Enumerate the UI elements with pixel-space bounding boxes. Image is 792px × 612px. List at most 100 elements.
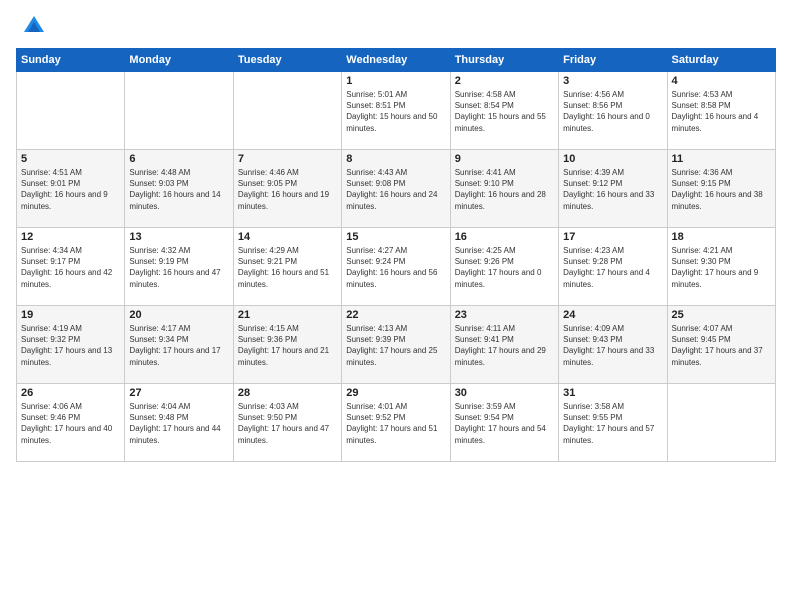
- day-cell: 11 Sunrise: 4:36 AMSunset: 9:15 PMDayligh…: [667, 150, 775, 228]
- week-row-5: 26 Sunrise: 4:06 AMSunset: 9:46 PMDayligh…: [17, 384, 776, 462]
- day-info: Sunrise: 4:15 AMSunset: 9:36 PMDaylight:…: [238, 323, 337, 368]
- day-info: Sunrise: 4:32 AMSunset: 9:19 PMDaylight:…: [129, 245, 228, 290]
- day-info: Sunrise: 4:04 AMSunset: 9:48 PMDaylight:…: [129, 401, 228, 446]
- header-row: SundayMondayTuesdayWednesdayThursdayFrid…: [17, 49, 776, 72]
- day-cell: 13 Sunrise: 4:32 AMSunset: 9:19 PMDayligh…: [125, 228, 233, 306]
- day-cell: 25 Sunrise: 4:07 AMSunset: 9:45 PMDayligh…: [667, 306, 775, 384]
- day-info: Sunrise: 4:01 AMSunset: 9:52 PMDaylight:…: [346, 401, 445, 446]
- day-info: Sunrise: 4:19 AMSunset: 9:32 PMDaylight:…: [21, 323, 120, 368]
- day-cell: 18 Sunrise: 4:21 AMSunset: 9:30 PMDayligh…: [667, 228, 775, 306]
- week-row-4: 19 Sunrise: 4:19 AMSunset: 9:32 PMDayligh…: [17, 306, 776, 384]
- week-row-3: 12Sunrise: 4:34 AMSunset: 9:17 PMDayligh…: [17, 228, 776, 306]
- day-cell: 2 Sunrise: 4:58 AMSunset: 8:54 PMDaylight…: [450, 72, 558, 150]
- logo-icon: [20, 12, 48, 40]
- day-info: Sunrise: 4:13 AMSunset: 9:39 PMDaylight:…: [346, 323, 445, 368]
- day-info: Sunrise: 4:06 AMSunset: 9:46 PMDaylight:…: [21, 401, 120, 446]
- day-info: Sunrise: 4:27 AMSunset: 9:24 PMDaylight:…: [346, 245, 445, 290]
- day-cell: 30 Sunrise: 3:59 AMSunset: 9:54 PMDayligh…: [450, 384, 558, 462]
- day-cell: 31 Sunrise: 3:58 AMSunset: 9:55 PMDayligh…: [559, 384, 667, 462]
- day-number: 27: [129, 387, 228, 399]
- day-info: Sunrise: 4:21 AMSunset: 9:30 PMDaylight:…: [672, 245, 771, 290]
- day-number: 2: [455, 75, 554, 87]
- week-row-2: 5Sunrise: 4:51 AMSunset: 9:01 PMDaylight…: [17, 150, 776, 228]
- day-cell: 16Sunrise: 4:25 AMSunset: 9:26 PMDayligh…: [450, 228, 558, 306]
- col-header-sunday: Sunday: [17, 49, 125, 72]
- day-info: Sunrise: 4:51 AMSunset: 9:01 PMDaylight:…: [21, 167, 120, 212]
- day-cell: 27 Sunrise: 4:04 AMSunset: 9:48 PMDayligh…: [125, 384, 233, 462]
- day-info: Sunrise: 4:11 AMSunset: 9:41 PMDaylight:…: [455, 323, 554, 368]
- day-number: 18: [672, 231, 771, 243]
- day-number: 21: [238, 309, 337, 321]
- day-number: 9: [455, 153, 554, 165]
- day-cell: 26 Sunrise: 4:06 AMSunset: 9:46 PMDayligh…: [17, 384, 125, 462]
- day-cell: 1 Sunrise: 5:01 AMSunset: 8:51 PMDaylight…: [342, 72, 450, 150]
- day-info: Sunrise: 4:17 AMSunset: 9:34 PMDaylight:…: [129, 323, 228, 368]
- day-cell: 29 Sunrise: 4:01 AMSunset: 9:52 PMDayligh…: [342, 384, 450, 462]
- day-number: 4: [672, 75, 771, 87]
- col-header-friday: Friday: [559, 49, 667, 72]
- day-info: Sunrise: 4:43 AMSunset: 9:08 PMDaylight:…: [346, 167, 445, 212]
- day-info: Sunrise: 4:48 AMSunset: 9:03 PMDaylight:…: [129, 167, 228, 212]
- day-cell: 15 Sunrise: 4:27 AMSunset: 9:24 PMDayligh…: [342, 228, 450, 306]
- day-number: 26: [21, 387, 120, 399]
- day-number: 13: [129, 231, 228, 243]
- day-cell: 28 Sunrise: 4:03 AMSunset: 9:50 PMDayligh…: [233, 384, 341, 462]
- day-number: 10: [563, 153, 662, 165]
- day-number: 1: [346, 75, 445, 87]
- day-number: 8: [346, 153, 445, 165]
- day-cell: 12Sunrise: 4:34 AMSunset: 9:17 PMDayligh…: [17, 228, 125, 306]
- day-info: Sunrise: 4:41 AMSunset: 9:10 PMDaylight:…: [455, 167, 554, 212]
- day-cell: [233, 72, 341, 150]
- day-number: 25: [672, 309, 771, 321]
- day-number: 17: [563, 231, 662, 243]
- day-number: 11: [672, 153, 771, 165]
- day-cell: 17Sunrise: 4:23 AMSunset: 9:28 PMDayligh…: [559, 228, 667, 306]
- day-info: Sunrise: 4:46 AMSunset: 9:05 PMDaylight:…: [238, 167, 337, 212]
- day-cell: 7 Sunrise: 4:46 AMSunset: 9:05 PMDaylight…: [233, 150, 341, 228]
- day-cell: [17, 72, 125, 150]
- day-info: Sunrise: 3:59 AMSunset: 9:54 PMDaylight:…: [455, 401, 554, 446]
- day-info: Sunrise: 4:25 AMSunset: 9:26 PMDaylight:…: [455, 245, 554, 290]
- day-cell: [667, 384, 775, 462]
- day-cell: 19 Sunrise: 4:19 AMSunset: 9:32 PMDayligh…: [17, 306, 125, 384]
- day-info: Sunrise: 4:34 AMSunset: 9:17 PMDaylight:…: [21, 245, 120, 290]
- day-cell: 8 Sunrise: 4:43 AMSunset: 9:08 PMDaylight…: [342, 150, 450, 228]
- day-cell: 4Sunrise: 4:53 AMSunset: 8:58 PMDaylight…: [667, 72, 775, 150]
- day-cell: 3 Sunrise: 4:56 AMSunset: 8:56 PMDaylight…: [559, 72, 667, 150]
- day-number: 30: [455, 387, 554, 399]
- day-number: 22: [346, 309, 445, 321]
- day-cell: 14Sunrise: 4:29 AMSunset: 9:21 PMDayligh…: [233, 228, 341, 306]
- day-info: Sunrise: 4:03 AMSunset: 9:50 PMDaylight:…: [238, 401, 337, 446]
- day-cell: 24 Sunrise: 4:09 AMSunset: 9:43 PMDayligh…: [559, 306, 667, 384]
- page: SundayMondayTuesdayWednesdayThursdayFrid…: [0, 0, 792, 612]
- day-number: 19: [21, 309, 120, 321]
- day-number: 31: [563, 387, 662, 399]
- day-number: 7: [238, 153, 337, 165]
- header: [16, 12, 776, 40]
- col-header-thursday: Thursday: [450, 49, 558, 72]
- day-info: Sunrise: 4:58 AMSunset: 8:54 PMDaylight:…: [455, 89, 554, 134]
- day-number: 3: [563, 75, 662, 87]
- calendar-table: SundayMondayTuesdayWednesdayThursdayFrid…: [16, 48, 776, 462]
- day-number: 15: [346, 231, 445, 243]
- day-info: Sunrise: 4:29 AMSunset: 9:21 PMDaylight:…: [238, 245, 337, 290]
- day-cell: 10 Sunrise: 4:39 AMSunset: 9:12 PMDayligh…: [559, 150, 667, 228]
- day-cell: 5Sunrise: 4:51 AMSunset: 9:01 PMDaylight…: [17, 150, 125, 228]
- logo: [16, 12, 48, 40]
- day-number: 24: [563, 309, 662, 321]
- day-info: Sunrise: 3:58 AMSunset: 9:55 PMDaylight:…: [563, 401, 662, 446]
- day-info: Sunrise: 5:01 AMSunset: 8:51 PMDaylight:…: [346, 89, 445, 134]
- day-number: 29: [346, 387, 445, 399]
- col-header-tuesday: Tuesday: [233, 49, 341, 72]
- day-info: Sunrise: 4:39 AMSunset: 9:12 PMDaylight:…: [563, 167, 662, 212]
- day-cell: 22 Sunrise: 4:13 AMSunset: 9:39 PMDayligh…: [342, 306, 450, 384]
- day-info: Sunrise: 4:09 AMSunset: 9:43 PMDaylight:…: [563, 323, 662, 368]
- day-number: 6: [129, 153, 228, 165]
- day-number: 23: [455, 309, 554, 321]
- day-info: Sunrise: 4:36 AMSunset: 9:15 PMDaylight:…: [672, 167, 771, 212]
- col-header-monday: Monday: [125, 49, 233, 72]
- day-cell: [125, 72, 233, 150]
- day-info: Sunrise: 4:56 AMSunset: 8:56 PMDaylight:…: [563, 89, 662, 134]
- day-number: 28: [238, 387, 337, 399]
- day-info: Sunrise: 4:07 AMSunset: 9:45 PMDaylight:…: [672, 323, 771, 368]
